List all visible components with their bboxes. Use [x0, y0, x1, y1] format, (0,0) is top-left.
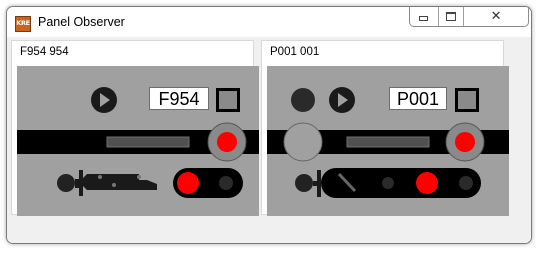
signal-lamp-red[interactable]	[416, 172, 438, 194]
signal-base-lamp	[295, 174, 313, 192]
signal-diagram	[267, 87, 509, 198]
stop-square-inner	[458, 91, 476, 109]
signal-name-box[interactable]: F954	[149, 87, 209, 110]
signal-post	[317, 170, 321, 197]
track-lamp-red[interactable]	[217, 132, 237, 152]
signal-display: P001	[267, 66, 509, 216]
signal-base-lamp	[57, 174, 75, 192]
app-logo-text: KRE	[16, 19, 30, 27]
title-bar[interactable]: KRE Panel Observer ✕	[7, 7, 531, 37]
signal-display: F954	[17, 66, 259, 216]
close-icon: ✕	[490, 9, 502, 24]
minimize-button[interactable]	[410, 7, 439, 26]
signal-dot	[112, 183, 116, 187]
panel-title: P001 001	[270, 46, 320, 58]
signal-diagram	[17, 87, 259, 198]
status-bar	[7, 223, 531, 243]
signal-dot	[137, 175, 141, 179]
maximize-icon	[445, 12, 456, 21]
signal-panel-f954: F954 954 F954	[11, 40, 259, 216]
signal-lamp-dark[interactable]	[459, 176, 473, 190]
signal-dot	[98, 175, 102, 179]
close-button[interactable]: ✕	[464, 7, 528, 26]
maximize-button[interactable]	[438, 7, 465, 26]
window-title: Panel Observer	[38, 15, 125, 29]
track-slot	[106, 136, 190, 148]
app-logo-icon[interactable]: KRE	[15, 16, 31, 32]
minimize-icon	[419, 16, 429, 21]
track-lamp-left-ring[interactable]	[283, 122, 323, 162]
signal-lamp-red[interactable]	[177, 172, 199, 194]
panel-observer-window: KRE Panel Observer ✕ F954 954 F954 P001 …	[6, 6, 532, 244]
status-lamp-dark	[291, 88, 315, 112]
panel-title: F954 954	[20, 46, 69, 58]
signal-lamp-dark[interactable]	[382, 177, 394, 189]
stop-square-inner	[219, 91, 237, 109]
signal-name-box[interactable]: P001	[389, 87, 447, 110]
signal-lamp-dark[interactable]	[219, 176, 233, 190]
signal-body	[75, 170, 157, 196]
signal-head	[321, 168, 481, 198]
track-slot	[346, 136, 430, 148]
caption-buttons: ✕	[409, 7, 529, 27]
signal-panel-p001: P001 001 P001	[261, 40, 509, 216]
track-lamp-red[interactable]	[455, 132, 475, 152]
